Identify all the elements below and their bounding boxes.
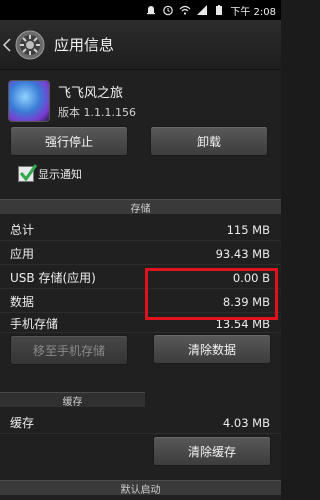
back-chevron-icon[interactable] [2, 30, 12, 60]
alarm-icon [162, 4, 174, 16]
clear-data-button[interactable]: 清除数据 [153, 334, 271, 364]
app-header: 飞飞风之旅 版本 1.1.1.156 [8, 76, 136, 126]
highlight-box [145, 268, 278, 320]
storage-label: 总计 [10, 223, 35, 237]
cache-value: 4.03 MB [222, 415, 270, 430]
app-name: 飞飞风之旅 [58, 86, 124, 101]
show-notification-checkbox[interactable] [18, 164, 38, 182]
storage-value: 115 MB [226, 222, 270, 237]
uninstall-button[interactable]: 卸载 [150, 126, 268, 156]
signal-icon [196, 4, 208, 16]
action-bar: 应用信息 [0, 20, 281, 70]
wifi-icon [179, 4, 191, 16]
settings-gear-icon[interactable] [14, 29, 46, 61]
section-header-default-launch: 默认启动 [0, 480, 281, 496]
cache-row: 缓存 4.03 MB [0, 412, 281, 434]
status-time: 下午 2:08 [230, 6, 276, 18]
storage-label: 手机存储 [10, 317, 59, 331]
storage-row-total: 总计 115 MB [0, 219, 281, 241]
cache-label: 缓存 [10, 416, 35, 430]
show-notification-row[interactable]: 显示通知 [18, 164, 82, 182]
show-notification-label: 显示通知 [38, 168, 82, 181]
section-header-storage: 存储 [0, 199, 281, 215]
storage-label: 应用 [10, 247, 35, 261]
force-stop-button[interactable]: 强行停止 [10, 126, 128, 156]
status-bar: 下午 2:08 [0, 0, 281, 20]
page-title: 应用信息 [54, 36, 115, 54]
clear-cache-button[interactable]: 清除缓存 [153, 436, 271, 466]
section-header-cache: 缓存 [0, 392, 145, 408]
storage-row-app: 应用 93.43 MB [0, 243, 281, 265]
storage-label: USB 存储(应用) [10, 271, 96, 285]
storage-label: 数据 [10, 295, 35, 309]
app-version: 版本 1.1.1.156 [58, 106, 136, 119]
app-icon [8, 80, 50, 122]
move-to-phone-storage-button[interactable]: 移至手机存储 [10, 335, 128, 365]
battery-icon [213, 4, 225, 16]
storage-value: 93.43 MB [215, 246, 270, 261]
android-debug-icon [145, 4, 157, 16]
